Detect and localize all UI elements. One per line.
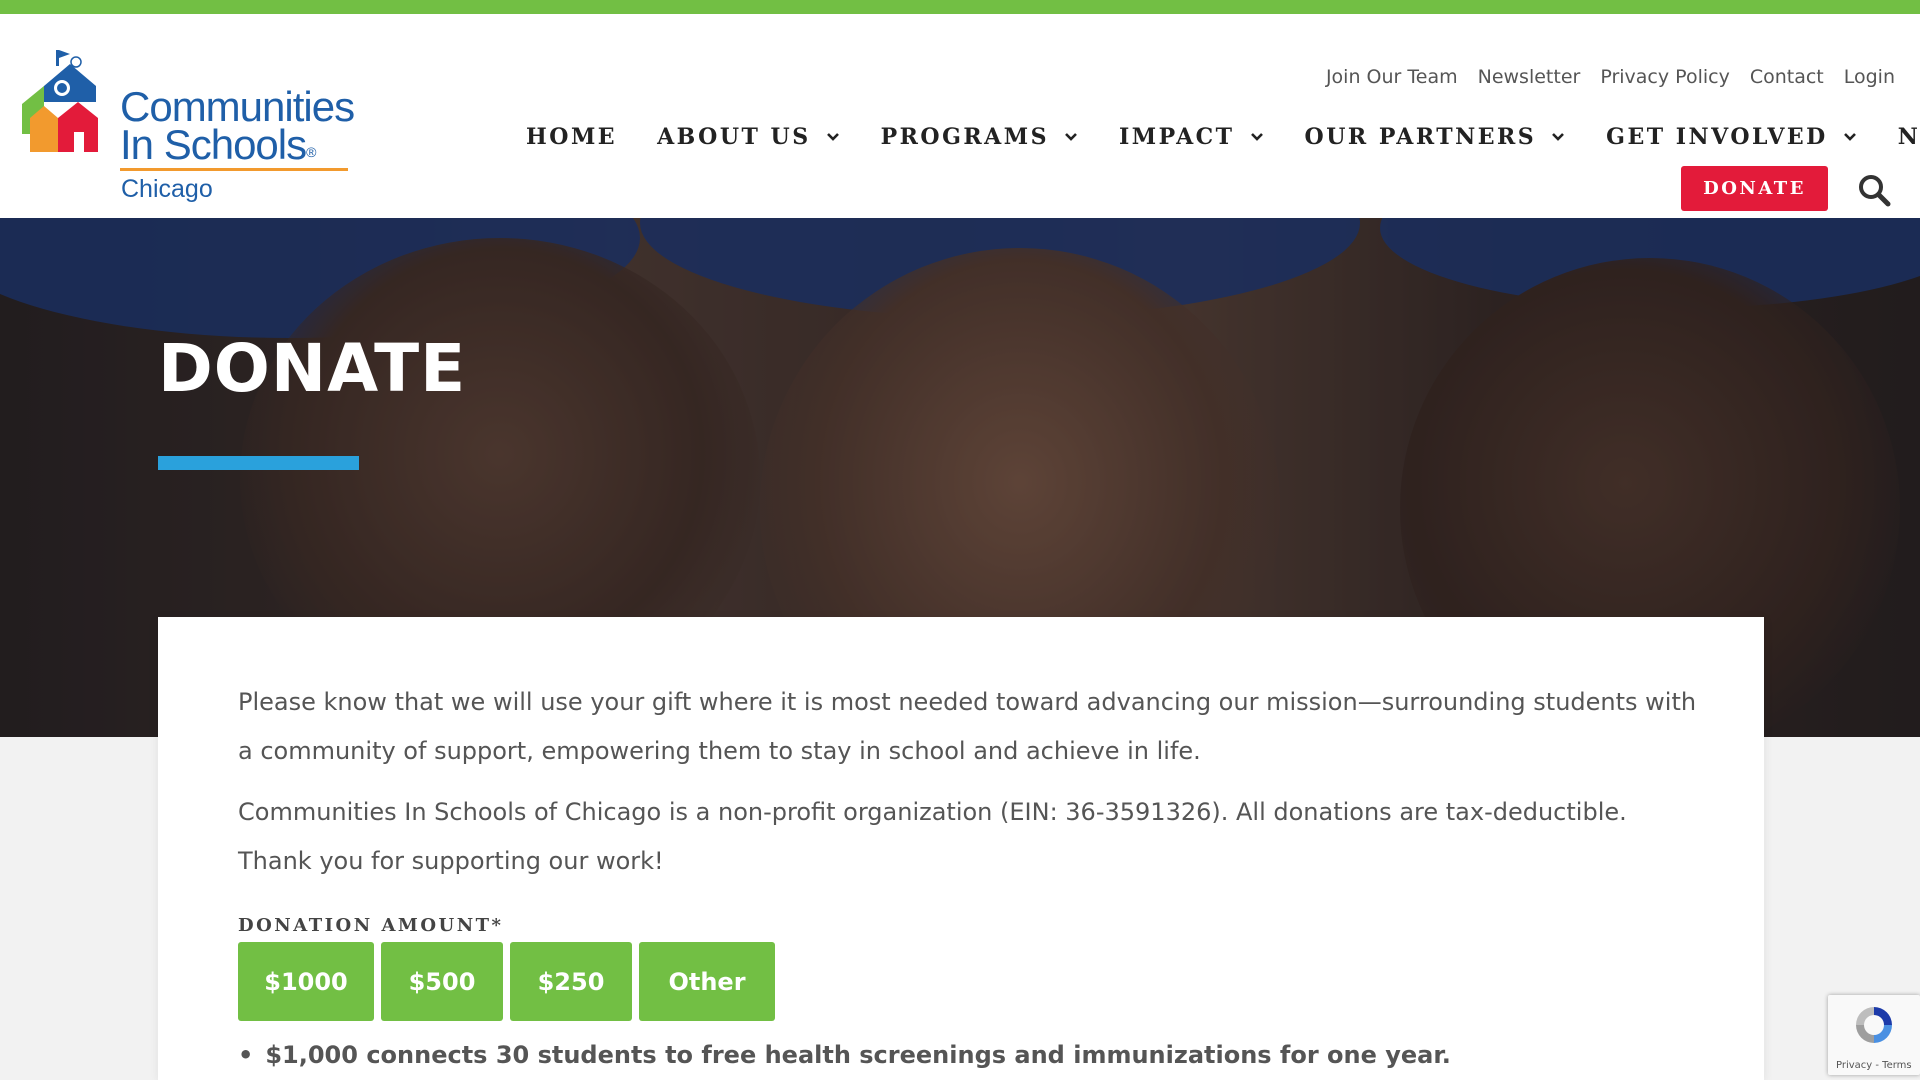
nav-item-impact[interactable]: IMPACT: [1119, 124, 1265, 150]
nav-item-about-us[interactable]: ABOUT US: [657, 124, 841, 150]
nav-item-label: HOME: [526, 124, 618, 150]
logo-text-in-schools: In Schools®: [120, 121, 316, 168]
nav-item-news[interactable]: NEWS: [1898, 124, 1920, 150]
recaptcha-icon: [1856, 1007, 1892, 1043]
nav-item-label: ABOUT US: [657, 124, 811, 150]
recaptcha-links[interactable]: Privacy - Terms: [1836, 1060, 1912, 1071]
util-link-join-our-team[interactable]: Join Our Team: [1326, 66, 1458, 88]
chevron-down-icon: [826, 133, 839, 141]
impact-bullet: $1,000 connects 30 students to free heal…: [238, 1041, 1451, 1069]
site-header: Communities In Schools® Chicago Join Our…: [0, 14, 1920, 218]
nav-item-label: PROGRAMS: [880, 124, 1049, 150]
chevron-down-icon: [1843, 133, 1856, 141]
amount-button-1000[interactable]: $1000: [238, 942, 374, 1021]
chevron-down-icon: [1552, 133, 1565, 141]
page-title: DONATE: [158, 330, 467, 407]
util-link-contact[interactable]: Contact: [1750, 66, 1824, 88]
utility-nav: Join Our Team Newsletter Privacy Policy …: [1326, 66, 1895, 88]
title-underline: [158, 456, 359, 470]
mission-paragraph: Please know that we will use your gift w…: [238, 688, 1697, 765]
nav-item-label: IMPACT: [1118, 124, 1235, 150]
nav-item-home[interactable]: HOME: [526, 124, 617, 150]
recaptcha-badge[interactable]: Privacy - Terms: [1828, 995, 1920, 1075]
nav-item-label: OUR PARTNERS: [1304, 124, 1537, 150]
donation-amount-label: DONATION AMOUNT*: [238, 915, 504, 936]
site-logo[interactable]: Communities In Schools® Chicago: [22, 44, 362, 209]
main-nav: HOME ABOUT US PROGRAMS IMPACT OUR PARTNE…: [526, 124, 1920, 150]
nav-item-programs[interactable]: PROGRAMS: [881, 124, 1079, 150]
nav-item-label: GET INVOLVED: [1606, 124, 1828, 150]
top-accent-bar: [0, 0, 1920, 14]
util-link-newsletter[interactable]: Newsletter: [1478, 66, 1581, 88]
chevron-down-icon: [1250, 133, 1263, 141]
tax-info-paragraph: Communities In Schools of Chicago is a n…: [238, 798, 1627, 875]
search-icon[interactable]: [1856, 172, 1892, 208]
donation-card: Please know that we will use your gift w…: [158, 617, 1764, 1080]
amount-button-250[interactable]: $250: [510, 942, 632, 1021]
logo-text-city: Chicago: [121, 175, 213, 203]
nav-item-our-partners[interactable]: OUR PARTNERS: [1305, 124, 1567, 150]
donation-amount-options: $1000 $500 $250 Other: [238, 942, 775, 1021]
util-link-login[interactable]: Login: [1844, 66, 1895, 88]
amount-button-other[interactable]: Other: [639, 942, 775, 1021]
chevron-down-icon: [1065, 133, 1077, 141]
amount-button-500[interactable]: $500: [381, 942, 503, 1021]
schoolhouse-logo-icon: [22, 50, 98, 152]
util-link-privacy-policy[interactable]: Privacy Policy: [1600, 66, 1729, 88]
nav-item-get-involved[interactable]: GET INVOLVED: [1606, 124, 1858, 150]
header-donate-button[interactable]: DONATE: [1681, 166, 1828, 211]
nav-item-label: NEWS: [1897, 124, 1920, 150]
registered-mark: ®: [306, 143, 316, 160]
logo-divider: [120, 168, 348, 171]
